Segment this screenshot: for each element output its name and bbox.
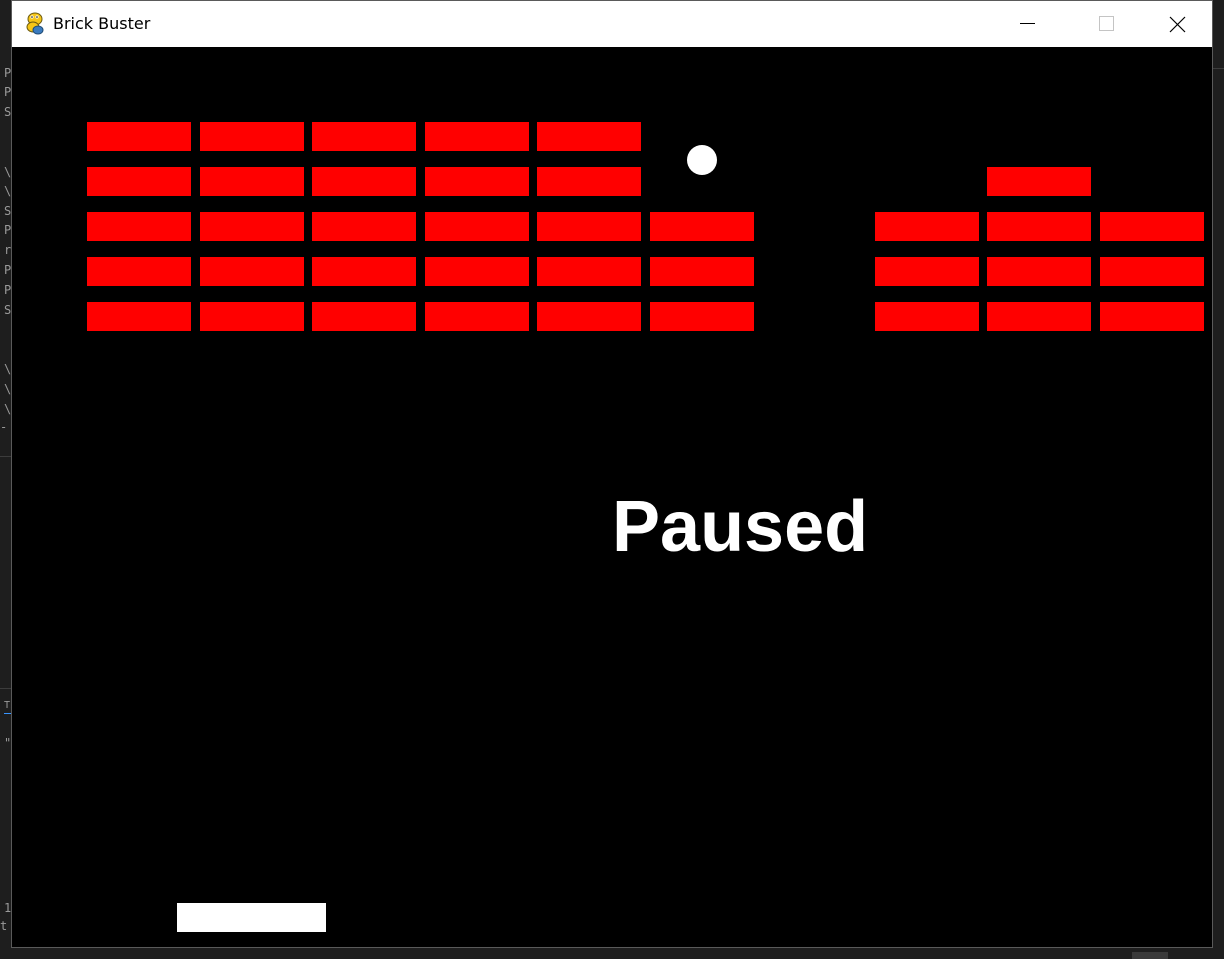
minimize-button[interactable] xyxy=(1002,1,1072,47)
editor-text-line: " xyxy=(4,736,12,750)
game-canvas[interactable]: Paused xyxy=(12,47,1212,947)
ball xyxy=(687,145,717,175)
editor-divider xyxy=(0,688,12,689)
close-icon xyxy=(1169,16,1186,33)
editor-text-line: t xyxy=(0,919,8,933)
brick xyxy=(650,302,754,331)
window-title: Brick Buster xyxy=(53,14,151,33)
editor-text-line: P xyxy=(4,66,12,80)
maximize-icon xyxy=(1099,16,1114,31)
editor-divider xyxy=(1212,68,1224,69)
brick xyxy=(875,302,979,331)
game-window: Brick Buster Paused xyxy=(12,1,1212,947)
maximize-button[interactable] xyxy=(1072,1,1142,47)
brick xyxy=(537,167,641,196)
brick xyxy=(200,257,304,286)
brick xyxy=(875,212,979,241)
editor-text-line: P xyxy=(4,263,12,277)
brick xyxy=(987,257,1091,286)
brick xyxy=(537,212,641,241)
editor-divider xyxy=(0,456,12,457)
brick xyxy=(425,212,529,241)
brick xyxy=(987,167,1091,196)
brick xyxy=(537,257,641,286)
brick xyxy=(312,122,416,151)
brick xyxy=(87,212,191,241)
brick xyxy=(650,212,754,241)
brick xyxy=(987,302,1091,331)
minimize-icon xyxy=(1020,23,1035,24)
pygame-snake-icon xyxy=(24,11,46,35)
brick xyxy=(875,257,979,286)
editor-text-line: \ xyxy=(4,184,12,198)
brick xyxy=(425,257,529,286)
editor-text-line: 1 xyxy=(4,901,12,915)
editor-text-line: P xyxy=(4,85,12,99)
paused-label: Paused xyxy=(612,487,869,567)
brick xyxy=(425,122,529,151)
brick xyxy=(87,122,191,151)
brick xyxy=(200,167,304,196)
status-bar-item xyxy=(1132,952,1168,959)
brick xyxy=(87,257,191,286)
editor-text-line: r xyxy=(4,243,12,257)
editor-text-line: S xyxy=(4,303,12,317)
brick xyxy=(537,302,641,331)
title-bar[interactable]: Brick Buster xyxy=(12,1,1212,47)
brick xyxy=(650,257,754,286)
close-button[interactable] xyxy=(1142,1,1212,47)
brick xyxy=(1100,257,1204,286)
brick xyxy=(312,257,416,286)
brick xyxy=(537,122,641,151)
brick xyxy=(87,302,191,331)
editor-text-line: S xyxy=(4,105,12,119)
brick xyxy=(987,212,1091,241)
editor-text-line: P xyxy=(4,283,12,297)
editor-text-line: - xyxy=(0,420,8,434)
brick xyxy=(200,122,304,151)
brick xyxy=(312,302,416,331)
editor-text-line: \ xyxy=(4,362,12,376)
brick xyxy=(200,302,304,331)
brick xyxy=(1100,212,1204,241)
editor-text-line: S xyxy=(4,204,12,218)
paddle[interactable] xyxy=(177,903,326,932)
brick xyxy=(312,167,416,196)
editor-text-line: \ xyxy=(4,382,12,396)
brick xyxy=(200,212,304,241)
brick xyxy=(1100,302,1204,331)
brick xyxy=(425,167,529,196)
brick xyxy=(87,167,191,196)
editor-text-line: \ xyxy=(4,165,12,179)
editor-text-line: P xyxy=(4,223,12,237)
brick xyxy=(425,302,529,331)
brick xyxy=(312,212,416,241)
editor-text-line: \ xyxy=(4,402,12,416)
